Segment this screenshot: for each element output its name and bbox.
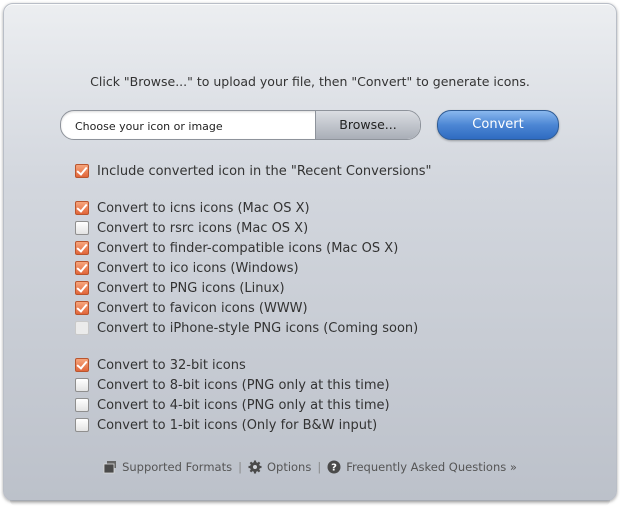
option-label: Include converted icon in the "Recent Co… xyxy=(97,163,432,179)
checkbox[interactable] xyxy=(75,281,89,295)
option-8bit[interactable]: Convert to 8-bit icons (PNG only at this… xyxy=(75,376,390,394)
option-recent-conversions[interactable]: Include converted icon in the "Recent Co… xyxy=(75,162,432,180)
checkbox[interactable] xyxy=(75,378,89,392)
option-ico[interactable]: Convert to ico icons (Windows) xyxy=(75,259,299,277)
separator: | xyxy=(317,460,322,474)
supported-formats-label: Supported Formats xyxy=(122,460,233,474)
option-png[interactable]: Convert to PNG icons (Linux) xyxy=(75,279,285,297)
option-4bit[interactable]: Convert to 4-bit icons (PNG only at this… xyxy=(75,396,390,414)
checkbox[interactable] xyxy=(75,301,89,315)
stack-icon xyxy=(103,461,117,474)
file-chooser[interactable]: Choose your icon or image Browse... xyxy=(60,110,421,140)
question-icon: ? xyxy=(327,460,341,474)
option-label: Convert to 8-bit icons (PNG only at this… xyxy=(97,377,390,393)
option-icns[interactable]: Convert to icns icons (Mac OS X) xyxy=(75,199,310,217)
option-label: Convert to icns icons (Mac OS X) xyxy=(97,200,310,216)
checkbox[interactable] xyxy=(75,398,89,412)
file-input-placeholder[interactable]: Choose your icon or image xyxy=(75,120,223,133)
option-label: Convert to finder-compatible icons (Mac … xyxy=(97,240,399,256)
options-link[interactable]: Options xyxy=(248,460,311,474)
svg-text:?: ? xyxy=(331,463,337,474)
browse-button[interactable]: Browse... xyxy=(315,111,420,139)
gear-icon xyxy=(248,460,262,474)
checkbox xyxy=(75,321,89,335)
checkbox[interactable] xyxy=(75,164,89,178)
option-label: Convert to PNG icons (Linux) xyxy=(97,280,285,296)
option-label: Convert to rsrc icons (Mac OS X) xyxy=(97,220,309,236)
option-favicon[interactable]: Convert to favicon icons (WWW) xyxy=(75,299,308,317)
separator: | xyxy=(238,460,242,474)
convert-button[interactable]: Convert xyxy=(437,110,559,140)
footer-links: Supported Formats | Options | ? Frequent… xyxy=(0,460,620,474)
option-32bit[interactable]: Convert to 32-bit icons xyxy=(75,356,246,374)
faq-label: Frequently Asked Questions » xyxy=(346,460,517,474)
instructions-text: Click "Browse..." to upload your file, t… xyxy=(90,74,530,89)
checkbox[interactable] xyxy=(75,221,89,235)
option-label: Convert to favicon icons (WWW) xyxy=(97,300,308,316)
faq-link[interactable]: ? Frequently Asked Questions » xyxy=(327,460,517,474)
option-label: Convert to iPhone-style PNG icons (Comin… xyxy=(97,320,419,336)
checkbox[interactable] xyxy=(75,358,89,372)
option-finder[interactable]: Convert to finder-compatible icons (Mac … xyxy=(75,239,398,257)
options-label: Options xyxy=(266,460,312,474)
checkbox[interactable] xyxy=(75,201,89,215)
option-label: Convert to 4-bit icons (PNG only at this… xyxy=(97,397,390,413)
option-1bit[interactable]: Convert to 1-bit icons (Only for B&W inp… xyxy=(75,416,377,434)
option-rsrc[interactable]: Convert to rsrc icons (Mac OS X) xyxy=(75,219,308,237)
option-iphone: Convert to iPhone-style PNG icons (Comin… xyxy=(75,319,418,337)
checkbox[interactable] xyxy=(75,261,89,275)
checkbox[interactable] xyxy=(75,418,89,432)
checkbox[interactable] xyxy=(75,241,89,255)
option-label: Convert to ico icons (Windows) xyxy=(97,260,299,276)
option-label: Convert to 32-bit icons xyxy=(97,357,246,373)
option-label: Convert to 1-bit icons (Only for B&W inp… xyxy=(97,417,378,433)
supported-formats-link[interactable]: Supported Formats xyxy=(103,460,232,474)
